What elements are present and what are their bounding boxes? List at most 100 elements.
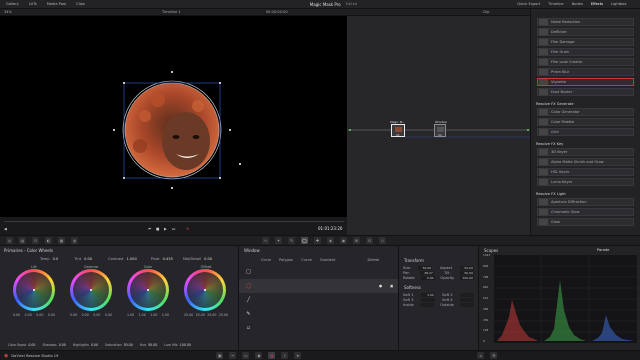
qualifier-icon[interactable]: ✎ bbox=[288, 237, 295, 244]
library-item[interactable]: Alpha Matte Shrink and Grow bbox=[537, 158, 634, 166]
opacity-input[interactable]: 100.00 bbox=[459, 276, 474, 280]
lift-r[interactable]: 0.00 bbox=[25, 313, 32, 317]
lift-b[interactable]: 0.00 bbox=[48, 313, 55, 317]
scrub-bar[interactable] bbox=[4, 221, 344, 222]
gamma-y[interactable]: 0.00 bbox=[70, 313, 77, 317]
offset-b[interactable]: 25.00 bbox=[219, 313, 228, 317]
effects-tab[interactable]: Effects bbox=[591, 2, 603, 6]
lummix-value[interactable]: 100.00 bbox=[180, 343, 191, 347]
cut-page-icon[interactable]: ✂ bbox=[229, 352, 237, 359]
pan-input[interactable]: 48.27 bbox=[419, 271, 434, 275]
library-item[interactable]: Grid bbox=[537, 128, 634, 136]
library-item[interactable]: Dust Buster bbox=[537, 88, 634, 96]
inside-input[interactable] bbox=[419, 303, 434, 307]
library-item[interactable]: Noise Reduction bbox=[537, 18, 634, 26]
lift-wheel[interactable] bbox=[13, 269, 55, 311]
rgb-mixer-icon[interactable]: ▦ bbox=[58, 237, 65, 244]
circle-window-icon[interactable]: ◯ bbox=[245, 283, 252, 290]
luts-tab[interactable]: LUTs bbox=[29, 2, 37, 6]
gain-b[interactable]: 1.00 bbox=[162, 313, 169, 317]
library-item[interactable]: HSL Keyer bbox=[537, 168, 634, 176]
library-item[interactable]: Color Palette bbox=[537, 118, 634, 126]
gain-values[interactable]: 1.00 1.00 1.00 1.00 bbox=[127, 313, 169, 317]
offset-values[interactable]: 25.00 25.00 25.00 25.00 bbox=[184, 313, 228, 317]
gamma-r[interactable]: 0.00 bbox=[82, 313, 89, 317]
tint-value[interactable]: 0.00 bbox=[84, 257, 92, 261]
mask-icon[interactable]: ▣ bbox=[390, 284, 393, 288]
library-section-key[interactable]: Resolve FX Key bbox=[536, 142, 640, 146]
tracker-icon[interactable]: ✚ bbox=[314, 237, 321, 244]
node-01[interactable]: Magic M... 01 bbox=[390, 120, 405, 137]
highlights-value[interactable]: 0.00 bbox=[91, 343, 98, 347]
library-item[interactable]: Film Look Creator bbox=[537, 58, 634, 66]
library-section-generate[interactable]: Resolve FX Generate bbox=[536, 102, 640, 106]
soft2-input[interactable] bbox=[460, 293, 474, 297]
magic-mask-icon[interactable]: ◈ bbox=[327, 237, 334, 244]
library-item[interactable]: Film Damage bbox=[537, 38, 634, 46]
aspect-input[interactable]: 50.00 bbox=[460, 266, 474, 270]
clip-label[interactable]: Clip bbox=[483, 10, 490, 14]
lift-y[interactable]: 0.00 bbox=[13, 313, 20, 317]
skip-back-icon[interactable]: ⏮ bbox=[148, 227, 151, 231]
gamma-g[interactable]: 0.00 bbox=[93, 313, 100, 317]
timeline-name[interactable]: Timeline 1 bbox=[162, 10, 181, 14]
tilt-input[interactable]: 50.00 bbox=[459, 271, 474, 275]
fairlight-page-icon[interactable]: ♪ bbox=[281, 352, 289, 359]
3d-icon[interactable]: ◇ bbox=[379, 237, 386, 244]
node-editor[interactable]: Magic M... 01 Window 02 bbox=[347, 16, 530, 235]
library-item[interactable]: Glow bbox=[537, 218, 634, 226]
hdr-icon[interactable]: ◐ bbox=[45, 237, 52, 244]
library-item-selected[interactable]: Vignette bbox=[537, 78, 634, 86]
library-item[interactable]: Prism Blur bbox=[537, 68, 634, 76]
settings-icon[interactable]: ⚙ bbox=[490, 352, 498, 359]
bars-mode-icon[interactable]: ▤ bbox=[19, 237, 26, 244]
deliver-page-icon[interactable]: ➤ bbox=[294, 352, 302, 359]
zoom-level[interactable]: 34% bbox=[4, 10, 12, 14]
gain-r[interactable]: 1.00 bbox=[139, 313, 146, 317]
offset-wheel[interactable] bbox=[184, 269, 226, 311]
lightbox-tab[interactable]: Lightbox bbox=[611, 2, 626, 6]
offset-r[interactable]: 25.00 bbox=[196, 313, 205, 317]
gamma-b[interactable]: 0.00 bbox=[105, 313, 112, 317]
play-icon[interactable]: ▶ bbox=[164, 227, 167, 231]
offset-y[interactable]: 25.00 bbox=[184, 313, 193, 317]
motion-icon[interactable]: ◍ bbox=[71, 237, 78, 244]
soft3-input[interactable] bbox=[420, 298, 435, 302]
pen-icon[interactable]: ╱ bbox=[245, 297, 252, 304]
gain-g[interactable]: 1.00 bbox=[150, 313, 157, 317]
sizing-icon[interactable]: ⊡ bbox=[366, 237, 373, 244]
window-row-circle[interactable]: ◯ ● ▣ bbox=[239, 279, 399, 293]
pivot-value[interactable]: 0.435 bbox=[163, 257, 173, 261]
viewer[interactable] bbox=[0, 16, 347, 217]
edit-page-icon[interactable]: ▭ bbox=[242, 352, 250, 359]
blur-icon[interactable]: ◉ bbox=[340, 237, 347, 244]
curves-icon[interactable]: ∿ bbox=[262, 237, 269, 244]
soft4-input[interactable] bbox=[460, 298, 474, 302]
invert-icon[interactable]: ● bbox=[379, 284, 382, 288]
curve-pen-icon[interactable]: ✎ bbox=[245, 311, 252, 318]
shadows-value[interactable]: 0.00 bbox=[59, 343, 66, 347]
size-input[interactable]: 50.00 bbox=[418, 266, 433, 270]
gradient-icon[interactable]: ▫ bbox=[245, 325, 252, 332]
stop-icon[interactable]: ■ bbox=[156, 227, 159, 231]
skip-forward-icon[interactable]: ⏭ bbox=[172, 227, 175, 231]
lift-values[interactable]: 0.00 0.00 0.00 0.00 bbox=[13, 313, 55, 317]
library-item[interactable]: Aperture Diffraction bbox=[537, 198, 634, 206]
gain-wheel[interactable] bbox=[127, 269, 169, 311]
delete-button[interactable]: Delete bbox=[367, 258, 379, 262]
library-section-light[interactable]: Resolve FX Light bbox=[536, 192, 640, 196]
rotate-input[interactable]: 0.00 bbox=[420, 276, 435, 280]
speaker-icon[interactable]: ◀ bbox=[4, 227, 7, 231]
window-row-curve[interactable]: ✎ bbox=[239, 307, 399, 321]
library-item[interactable]: Film Grain bbox=[537, 48, 634, 56]
node-02[interactable]: Window 02 bbox=[434, 120, 447, 137]
target-icon[interactable]: ⊙ bbox=[32, 237, 39, 244]
wheel-mode-icon[interactable]: ◎ bbox=[6, 237, 13, 244]
viewer-canvas[interactable] bbox=[0, 16, 347, 217]
nodes-tab[interactable]: Nodes bbox=[572, 2, 583, 6]
library-item[interactable]: Color Generator bbox=[537, 108, 634, 116]
square-window-icon[interactable]: □ bbox=[245, 269, 252, 276]
tab-curve[interactable]: Curve bbox=[301, 258, 312, 262]
soft1-input[interactable]: 1.00 bbox=[420, 293, 435, 297]
key-icon[interactable]: ⊞ bbox=[353, 237, 360, 244]
